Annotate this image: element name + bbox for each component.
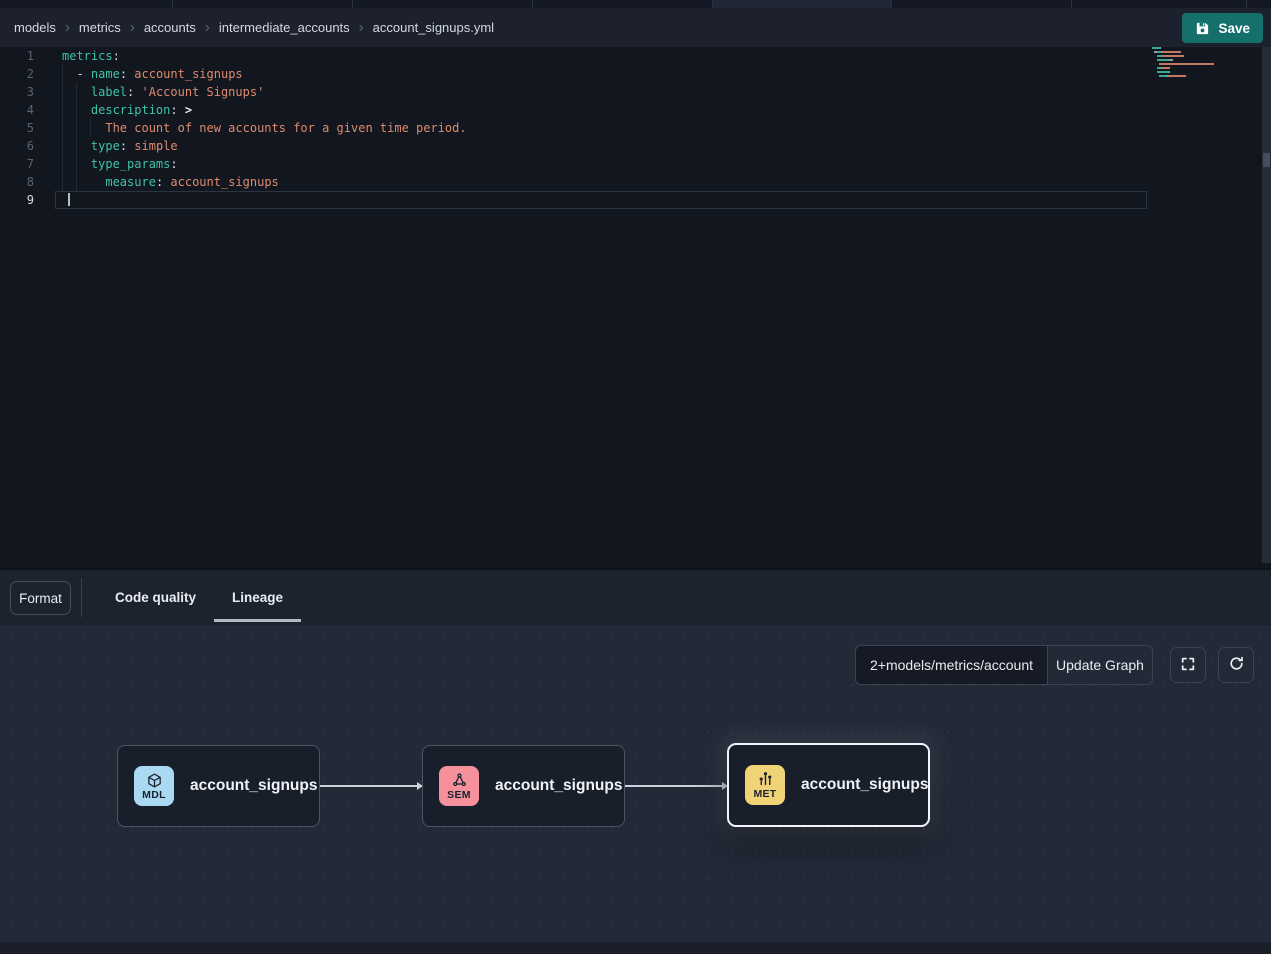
lineage-node-sem[interactable]: SEM account_signups <box>422 745 625 827</box>
node-label: account_signups <box>190 777 317 795</box>
code-line[interactable]: 3 label: 'Account Signups' <box>0 83 1147 101</box>
save-button[interactable]: Save <box>1182 13 1263 43</box>
lineage-edge <box>320 785 422 787</box>
lineage-node-met[interactable]: MET account_signups <box>727 743 930 827</box>
minimap-row <box>1152 59 1214 61</box>
editor-scrollbar[interactable] <box>1262 47 1271 563</box>
line-number: 5 <box>0 119 34 137</box>
code-line[interactable]: 8 measure: account_signups <box>0 173 1147 191</box>
tab-code-quality[interactable]: Code quality <box>97 570 214 625</box>
code-line[interactable]: 1metrics: <box>0 47 1147 65</box>
line-number: 6 <box>0 137 34 155</box>
active-file-tab[interactable] <box>712 0 891 8</box>
breadcrumb-item[interactable]: intermediate_accounts <box>219 20 350 35</box>
code-line[interactable]: 4 description: > <box>0 101 1147 119</box>
tab-divider <box>712 0 713 8</box>
breadcrumb-separator-icon: › <box>65 20 70 35</box>
code-editor[interactable]: 1metrics:2 - name: account_signups3 labe… <box>0 47 1271 568</box>
app-window: models › metrics › accounts › intermediate_acc… <box>0 0 1271 954</box>
line-number: 7 <box>0 155 34 173</box>
line-number: 8 <box>0 173 34 191</box>
mdl-badge: MDL <box>134 766 174 806</box>
line-number: 1 <box>0 47 34 65</box>
breadcrumb-bar: models › metrics › accounts › intermediate_acc… <box>0 8 1271 47</box>
tab-divider <box>1071 0 1072 8</box>
minimap-row <box>1152 51 1214 53</box>
line-number: 4 <box>0 101 34 119</box>
update-graph-button[interactable]: Update Graph <box>1048 646 1152 684</box>
refresh-icon <box>1228 655 1245 675</box>
badge-label: SEM <box>447 790 471 801</box>
fullscreen-icon <box>1180 656 1196 675</box>
breadcrumb-item[interactable]: models <box>14 20 56 35</box>
bottom-panel-header: Format Code qualityLineage <box>0 570 1271 625</box>
lineage-canvas[interactable]: Update Graph MDL account_signups SEM accoun… <box>0 625 1271 954</box>
breadcrumb-separator-icon: › <box>205 20 210 35</box>
minimap-row <box>1152 79 1214 81</box>
bottom-panel-tabs: Code qualityLineage <box>97 570 301 625</box>
tab-divider <box>352 0 353 8</box>
tab-divider <box>891 0 892 8</box>
breadcrumb-separator-icon: › <box>130 20 135 35</box>
minimap-row <box>1152 71 1214 73</box>
semantic-model-icon <box>451 772 468 789</box>
line-number: 3 <box>0 83 34 101</box>
editor-tabstrip[interactable] <box>0 0 1271 8</box>
breadcrumb-separator-icon: › <box>359 20 364 35</box>
lineage-selector-group: Update Graph <box>855 645 1153 685</box>
code-line[interactable]: 6 type: simple <box>0 137 1147 155</box>
lineage-edge <box>625 785 727 787</box>
lineage-node-mdl[interactable]: MDL account_signups <box>117 745 320 827</box>
minimap-row <box>1152 55 1214 57</box>
model-cube-icon <box>146 772 163 789</box>
node-label: account_signups <box>495 777 622 795</box>
bottom-strip <box>0 942 1271 954</box>
minimap-row <box>1152 63 1214 65</box>
code-line[interactable]: 7 type_params: <box>0 155 1147 173</box>
sem-badge: SEM <box>439 766 479 806</box>
badge-label: MET <box>753 789 776 800</box>
line-number: 9 <box>0 191 34 209</box>
tab-divider <box>1246 0 1247 8</box>
text-cursor <box>68 193 70 206</box>
code-line[interactable]: 2 - name: account_signups <box>0 65 1147 83</box>
tab-lineage[interactable]: Lineage <box>214 570 301 625</box>
metric-chart-icon <box>757 771 774 788</box>
breadcrumb: models › metrics › accounts › intermediate_acc… <box>14 20 494 35</box>
save-floppy-icon <box>1195 21 1210 36</box>
refresh-button[interactable] <box>1218 647 1254 683</box>
node-label: account_signups <box>801 776 928 794</box>
vertical-divider <box>81 578 82 617</box>
minimap-row <box>1152 47 1214 49</box>
breadcrumb-item[interactable]: metrics <box>79 20 121 35</box>
tab-divider <box>172 0 173 8</box>
line-number: 2 <box>0 65 34 83</box>
code-line[interactable]: 9 <box>0 191 1147 209</box>
badge-label: MDL <box>142 790 166 801</box>
minimap[interactable] <box>1152 47 1214 83</box>
breadcrumb-item[interactable]: accounts <box>144 20 196 35</box>
lineage-selector-input[interactable] <box>856 646 1048 684</box>
code-line[interactable]: 5 The count of new accounts for a given … <box>0 119 1147 137</box>
format-button[interactable]: Format <box>10 581 71 615</box>
met-badge: MET <box>745 765 785 805</box>
breadcrumb-item[interactable]: account_signups.yml <box>373 20 494 35</box>
fullscreen-button[interactable] <box>1170 647 1206 683</box>
save-label: Save <box>1218 21 1250 36</box>
code-lines[interactable]: 1metrics:2 - name: account_signups3 labe… <box>0 47 1147 209</box>
minimap-row <box>1152 67 1214 69</box>
tab-divider <box>532 0 533 8</box>
scrollbar-thumb[interactable] <box>1263 153 1270 167</box>
minimap-row <box>1152 75 1214 77</box>
